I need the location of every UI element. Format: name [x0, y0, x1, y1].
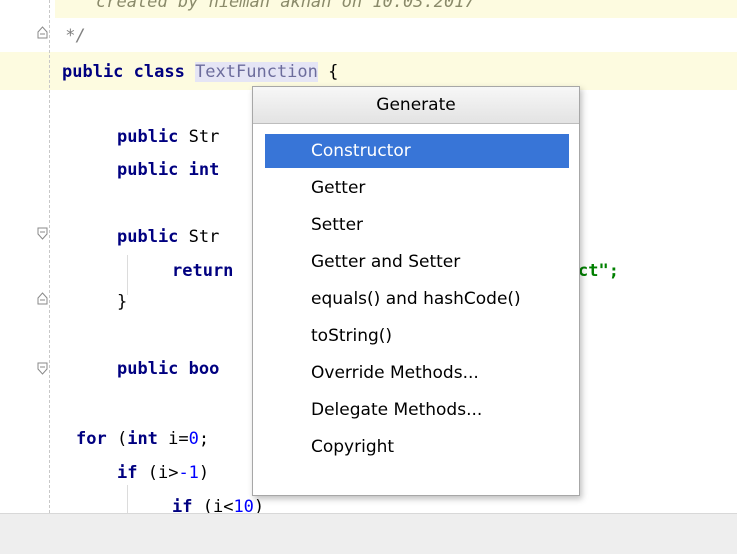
keyword: public — [117, 127, 189, 147]
code-line-class-decl: public class TextFunction { — [62, 62, 338, 82]
menu-item-tostring[interactable]: toString() — [265, 319, 569, 353]
code-line-comment-end: */ — [55, 26, 86, 46]
code-text: ( — [106, 429, 128, 449]
menu-item-getter-and-setter[interactable]: Getter and Setter — [265, 245, 569, 279]
menu-item-setter[interactable]: Setter — [265, 208, 569, 242]
generate-popup[interactable]: Generate Constructor Getter Setter Gette… — [252, 86, 580, 496]
menu-item-getter[interactable]: Getter — [265, 171, 569, 205]
menu-item-copyright[interactable]: Copyright — [265, 430, 569, 464]
code-text: Str — [188, 227, 220, 247]
popup-title: Generate — [253, 87, 579, 124]
keyword: public class — [62, 62, 196, 82]
code-line-if-nested: if (i<10) — [172, 497, 264, 513]
indent-guide — [127, 485, 128, 513]
number-literal: -1 — [178, 463, 199, 483]
class-name: TextFunction — [195, 62, 318, 82]
indent-guide — [127, 255, 128, 295]
code-line: public boo — [117, 359, 219, 379]
code-text: (i< — [192, 497, 234, 513]
code-text: ; — [198, 429, 210, 449]
code-line: public int — [117, 160, 219, 180]
number-literal: 10 — [233, 497, 254, 513]
menu-item-override-methods[interactable]: Override Methods... — [265, 356, 569, 390]
keyword: boo — [188, 359, 220, 379]
code-text: i= — [157, 429, 189, 449]
code-line-if: if (i>-1) — [117, 463, 209, 483]
code-text: { — [317, 62, 339, 82]
keyword: if — [117, 463, 138, 483]
fold-end-icon[interactable] — [37, 292, 48, 305]
keyword: for — [76, 429, 107, 449]
keyword: public — [117, 359, 189, 379]
fold-start-icon[interactable] — [37, 227, 48, 240]
keyword: return — [172, 261, 234, 281]
code-text: (i> — [137, 463, 179, 483]
status-bar — [0, 513, 737, 554]
keyword: public — [117, 160, 189, 180]
code-text: ) — [253, 497, 265, 513]
keyword: int — [127, 429, 158, 449]
code-line-for: for (int i=0; — [76, 429, 209, 449]
keyword: public — [117, 227, 189, 247]
code-line: public Str — [117, 127, 219, 147]
keyword: if — [172, 497, 193, 513]
code-line: public Str — [117, 227, 219, 247]
code-text: ) — [198, 463, 210, 483]
fold-end-icon[interactable] — [37, 26, 48, 39]
code-line-return: return — [172, 261, 233, 281]
gutter-divider — [49, 0, 50, 513]
code-line-comment: created by niemah akhan on 10.03.2017 — [96, 0, 475, 12]
generate-menu: Constructor Getter Setter Getter and Set… — [253, 124, 579, 464]
menu-item-delegate-methods[interactable]: Delegate Methods... — [265, 393, 569, 427]
fold-start-icon[interactable] — [37, 362, 48, 375]
string-literal: ct"; — [578, 261, 619, 281]
code-text: Str — [188, 127, 220, 147]
keyword: int — [188, 160, 220, 180]
menu-item-equals-hashcode[interactable]: equals() and hashCode() — [265, 282, 569, 316]
code-line-brace: } — [117, 292, 128, 312]
number-literal: 0 — [188, 429, 199, 449]
code-line-string-tail: ct"; — [578, 261, 619, 281]
menu-item-constructor[interactable]: Constructor — [265, 134, 569, 168]
